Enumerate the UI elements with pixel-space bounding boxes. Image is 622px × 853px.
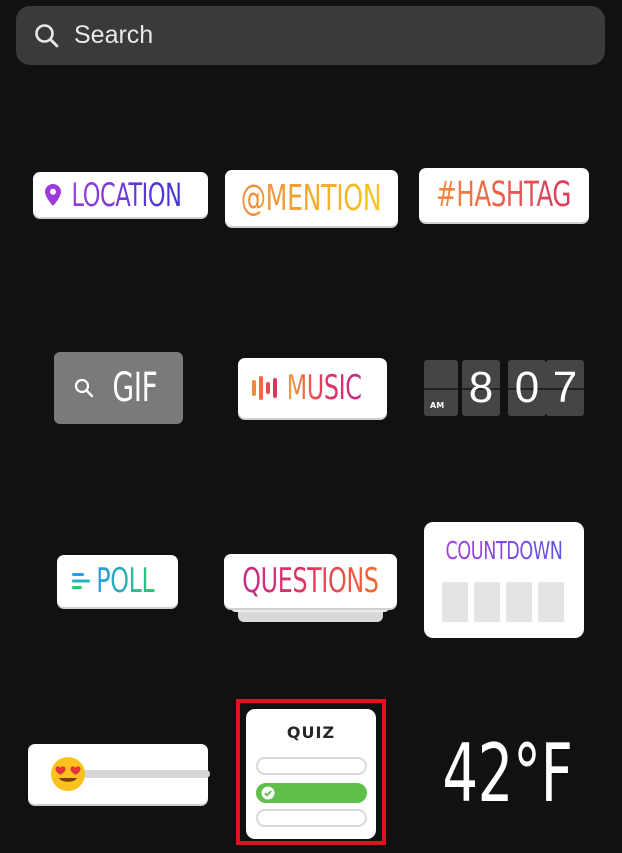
- time-sticker[interactable]: AM 8 0 7: [424, 360, 584, 416]
- quiz-option-correct: [256, 783, 367, 803]
- music-bars-icon: [252, 376, 278, 400]
- heart-eyes-emoji-icon: [51, 757, 85, 791]
- location-sticker[interactable]: LOCATION: [33, 172, 208, 217]
- quiz-sticker[interactable]: QUIZ: [246, 709, 376, 839]
- time-ampm-card: AM: [424, 360, 458, 416]
- search-placeholder: Search: [74, 21, 154, 49]
- poll-label: POLL: [96, 561, 155, 601]
- countdown-box: [474, 582, 500, 622]
- music-sticker[interactable]: MUSIC: [238, 358, 387, 418]
- check-circle-icon: [261, 786, 275, 800]
- quiz-option: [256, 757, 367, 775]
- time-ampm: AM: [430, 401, 445, 410]
- countdown-box: [538, 582, 564, 622]
- mention-label: @MENTION: [241, 177, 382, 219]
- poll-sticker[interactable]: POLL: [57, 555, 178, 607]
- location-label: LOCATION: [71, 175, 182, 214]
- poll-lines-icon: [72, 573, 91, 589]
- time-digit: 7: [552, 363, 578, 412]
- questions-label: QUESTIONS: [242, 561, 379, 601]
- mention-sticker[interactable]: @MENTION: [225, 170, 398, 226]
- countdown-label: COUNTDOWN: [445, 536, 563, 565]
- emoji-slider-sticker[interactable]: [28, 744, 210, 804]
- gif-label: GIF: [111, 365, 157, 411]
- questions-sticker[interactable]: QUESTIONS: [224, 554, 397, 608]
- location-pin-icon: [44, 183, 61, 206]
- hashtag-sticker[interactable]: #HASHTAG: [419, 168, 589, 222]
- time-digit: 8: [468, 363, 494, 412]
- search-bar[interactable]: Search: [16, 6, 605, 65]
- countdown-box: [442, 582, 468, 622]
- time-digit-card: 8: [462, 360, 500, 416]
- time-digit-card: 0: [508, 360, 546, 416]
- slider-track: [78, 770, 210, 778]
- countdown-box: [506, 582, 532, 622]
- hashtag-label: #HASHTAG: [436, 175, 572, 215]
- gif-sticker[interactable]: GIF: [54, 352, 183, 424]
- time-digit: 0: [514, 363, 540, 412]
- search-icon: [35, 23, 59, 47]
- music-label: MUSIC: [287, 368, 362, 408]
- quiz-label: QUIZ: [286, 723, 336, 742]
- countdown-sticker[interactable]: COUNTDOWN: [424, 522, 584, 638]
- temperature-label: 42°F: [441, 726, 573, 820]
- time-digit-card: 7: [546, 360, 584, 416]
- temperature-sticker[interactable]: 42°F: [432, 727, 582, 820]
- quiz-option: [256, 809, 367, 827]
- search-icon: [74, 378, 93, 398]
